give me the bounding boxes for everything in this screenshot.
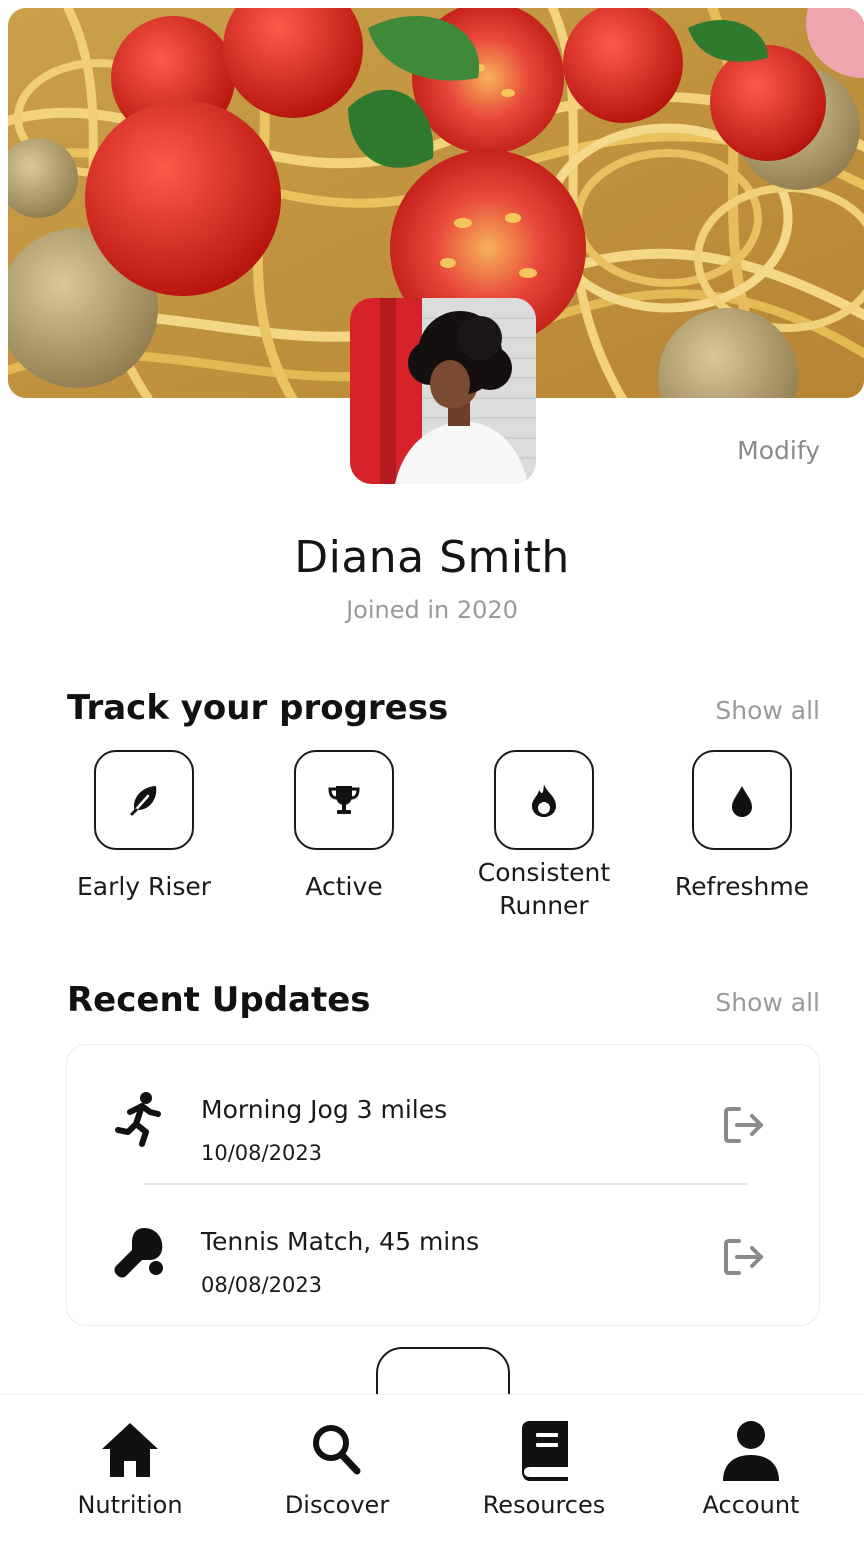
joined-date: Joined in 2020: [346, 596, 518, 624]
badge-label: Refreshme: [674, 872, 810, 901]
badge-active[interactable]: Active: [244, 750, 444, 903]
table-tennis-icon: [107, 1219, 171, 1283]
nav-label: Discover: [284, 1491, 390, 1519]
nav-item-nutrition[interactable]: Nutrition: [22, 1395, 238, 1541]
book-icon: [522, 1421, 568, 1481]
water-drop-icon: [732, 786, 752, 817]
badge-box[interactable]: [692, 750, 792, 850]
sign-out-icon[interactable]: [721, 1103, 769, 1147]
badge-box[interactable]: [294, 750, 394, 850]
avatar[interactable]: [350, 298, 536, 484]
list-item[interactable]: Tennis Match, 45 mins 08/08/2023: [67, 1191, 821, 1311]
updates-card: Morning Jog 3 miles 10/08/2023 Tennis Ma…: [66, 1044, 820, 1326]
sign-out-icon[interactable]: [721, 1235, 769, 1279]
badge-consistent-runner[interactable]: Consistent Runner: [444, 736, 644, 922]
divider: [145, 1183, 747, 1185]
bottom-nav: Nutrition Discover Resources Account: [0, 1394, 864, 1541]
nav-label: Account: [702, 1491, 800, 1519]
nav-item-resources[interactable]: Resources: [436, 1395, 652, 1541]
badges-row: Early Riser Active Consistent Runner Ref…: [44, 750, 844, 950]
nav-label: Nutrition: [77, 1491, 183, 1519]
progress-section-title: Track your progress: [67, 688, 449, 728]
running-icon: [107, 1087, 171, 1151]
flame-icon: [532, 784, 556, 817]
home-icon: [102, 1423, 158, 1477]
badge-box[interactable]: [94, 750, 194, 850]
trophy-icon: [328, 786, 360, 814]
badge-label: Early Riser: [76, 872, 212, 901]
profile-name: Diana Smith: [294, 532, 570, 583]
modify-link[interactable]: Modify: [737, 436, 820, 465]
updates-section-title: Recent Updates: [67, 980, 371, 1020]
profile-screen: Modify Diana Smith Joined in 2020 Track …: [0, 0, 864, 1541]
update-date: 08/08/2023: [201, 1273, 323, 1297]
nav-item-account[interactable]: Account: [643, 1395, 859, 1541]
user-icon: [723, 1421, 779, 1481]
badge-label: Active: [305, 872, 383, 901]
progress-show-all-link[interactable]: Show all: [715, 696, 820, 725]
badge-refreshment[interactable]: Refreshme: [642, 750, 842, 903]
badge-label: Consistent Runner: [477, 858, 611, 920]
nav-item-discover[interactable]: Discover: [229, 1395, 445, 1541]
badge-early-riser[interactable]: Early Riser: [44, 750, 244, 903]
updates-show-all-link[interactable]: Show all: [715, 988, 820, 1017]
feather-icon: [130, 786, 157, 816]
badge-box[interactable]: [494, 750, 594, 850]
search-icon: [313, 1425, 361, 1475]
list-item[interactable]: Morning Jog 3 miles 10/08/2023: [67, 1059, 821, 1179]
nav-label: Resources: [482, 1491, 606, 1519]
update-date: 10/08/2023: [201, 1141, 323, 1165]
update-title: Morning Jog 3 miles: [201, 1095, 448, 1124]
update-title: Tennis Match, 45 mins: [201, 1227, 480, 1256]
